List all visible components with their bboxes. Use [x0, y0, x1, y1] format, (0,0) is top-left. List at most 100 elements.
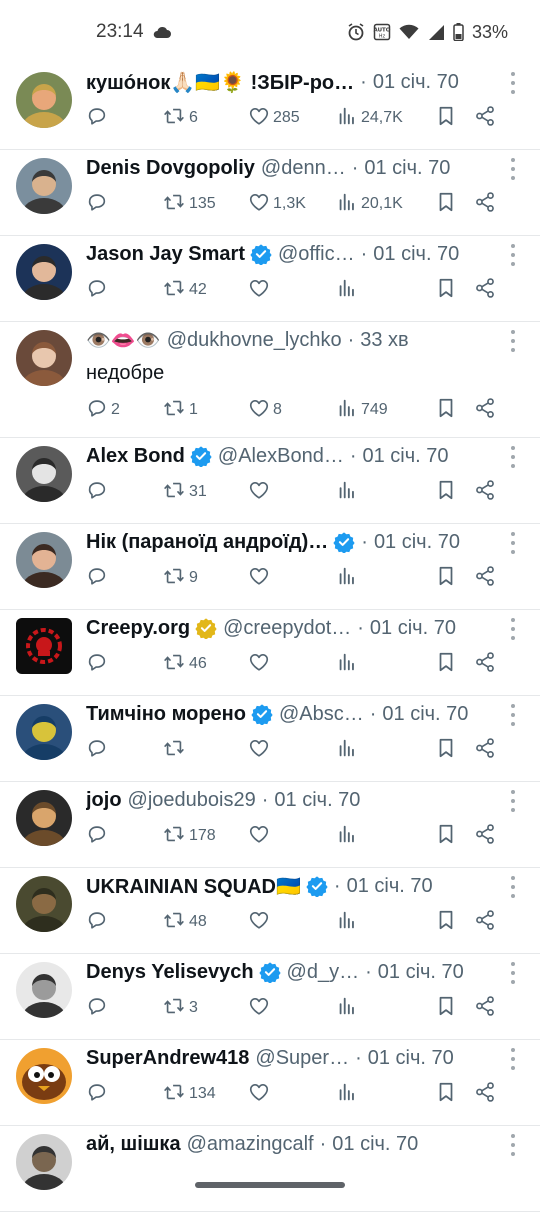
- like-button[interactable]: [248, 995, 336, 1022]
- display-name[interactable]: Нік (параноїд андроїд)…: [86, 531, 328, 554]
- avatar[interactable]: [16, 1048, 72, 1104]
- bookmark-button[interactable]: [436, 479, 474, 506]
- display-name[interactable]: Alex Bond: [86, 445, 185, 468]
- like-button[interactable]: 1,3K: [248, 191, 336, 218]
- reply-button[interactable]: [86, 995, 162, 1022]
- more-options-icon[interactable]: [508, 244, 518, 266]
- display-name[interactable]: ай, шішка: [86, 1133, 181, 1156]
- retweet-button[interactable]: [162, 737, 248, 764]
- display-name[interactable]: UKRAINIAN SQUAD🇺🇦: [86, 874, 301, 899]
- bookmark-button[interactable]: [436, 995, 474, 1022]
- retweet-button[interactable]: 178: [162, 823, 248, 850]
- user-handle[interactable]: @d_y…: [287, 961, 360, 984]
- share-button[interactable]: [474, 191, 504, 218]
- tweet-feed[interactable]: кушо́нок🙏🏻🇺🇦🌻 !ЗБІР-ро… · 01 січ. 70 6 285 24…: [0, 64, 540, 1212]
- share-button[interactable]: [474, 105, 504, 132]
- more-options-icon[interactable]: [508, 790, 518, 812]
- tweet-row[interactable]: Denis Dovgopoliy @denn… · 01 січ. 70 135 1,3K…: [0, 150, 540, 236]
- user-handle[interactable]: @offic…: [278, 243, 355, 266]
- reply-button[interactable]: [86, 479, 162, 506]
- reply-button[interactable]: [86, 1081, 162, 1108]
- avatar[interactable]: [16, 876, 72, 932]
- share-button[interactable]: [474, 909, 504, 936]
- display-name[interactable]: Jason Jay Smart: [86, 243, 245, 266]
- user-handle[interactable]: @creepydot…: [223, 617, 351, 640]
- retweet-button[interactable]: 9: [162, 565, 248, 592]
- retweet-button[interactable]: 46: [162, 651, 248, 678]
- display-name[interactable]: Тимчіно морено: [86, 703, 246, 726]
- reply-button[interactable]: [86, 191, 162, 218]
- views-button[interactable]: [336, 1081, 436, 1108]
- timestamp[interactable]: 01 січ. 70: [378, 961, 464, 984]
- like-button[interactable]: [248, 823, 336, 850]
- more-options-icon[interactable]: [508, 158, 518, 180]
- reply-button[interactable]: [86, 909, 162, 936]
- tweet-row[interactable]: jojo @joedubois29 · 01 січ. 70 178: [0, 782, 540, 868]
- bookmark-button[interactable]: [436, 823, 474, 850]
- more-options-icon[interactable]: [508, 1048, 518, 1070]
- views-button[interactable]: [336, 565, 436, 592]
- retweet-button[interactable]: 3: [162, 995, 248, 1022]
- bookmark-button[interactable]: [436, 651, 474, 678]
- tweet-row[interactable]: Тимчіно морено @Absc… · 01 січ. 70: [0, 696, 540, 782]
- timestamp[interactable]: 01 січ. 70: [363, 445, 449, 468]
- timestamp[interactable]: 01 січ. 70: [382, 703, 468, 726]
- user-handle[interactable]: @denn…: [261, 157, 346, 180]
- like-button[interactable]: [248, 277, 336, 304]
- timestamp[interactable]: 01 січ. 70: [332, 1133, 418, 1156]
- user-handle[interactable]: @amazingcalf: [187, 1133, 314, 1156]
- bookmark-button[interactable]: [436, 1081, 474, 1108]
- tweet-row[interactable]: Denys Yelisevych @d_y… · 01 січ. 70 3: [0, 954, 540, 1040]
- tweet-row[interactable]: 👁️👄👁️ @dukhovne_lychko · 33 хв недобре 2 1 8 749: [0, 322, 540, 438]
- views-button[interactable]: [336, 823, 436, 850]
- bookmark-button[interactable]: [436, 191, 474, 218]
- avatar[interactable]: [16, 704, 72, 760]
- share-button[interactable]: [474, 1081, 504, 1108]
- share-button[interactable]: [474, 397, 504, 424]
- share-button[interactable]: [474, 995, 504, 1022]
- more-options-icon[interactable]: [508, 876, 518, 898]
- reply-button[interactable]: [86, 565, 162, 592]
- retweet-button[interactable]: 31: [162, 479, 248, 506]
- reply-button[interactable]: [86, 651, 162, 678]
- user-handle[interactable]: @AlexBond…: [218, 445, 344, 468]
- bookmark-button[interactable]: [436, 909, 474, 936]
- more-options-icon[interactable]: [508, 532, 518, 554]
- bookmark-button[interactable]: [436, 397, 474, 424]
- reply-button[interactable]: [86, 105, 162, 132]
- reply-button[interactable]: [86, 277, 162, 304]
- avatar[interactable]: [16, 72, 72, 128]
- user-handle[interactable]: @dukhovne_lychko: [167, 329, 342, 352]
- more-options-icon[interactable]: [508, 330, 518, 352]
- tweet-row[interactable]: ай, шішка @amazingcalf · 01 січ. 70: [0, 1126, 540, 1212]
- views-button[interactable]: 20,1K: [336, 191, 436, 218]
- retweet-button[interactable]: 134: [162, 1081, 248, 1108]
- views-button[interactable]: [336, 909, 436, 936]
- views-button[interactable]: [336, 651, 436, 678]
- timestamp[interactable]: 01 січ. 70: [374, 531, 460, 554]
- tweet-row[interactable]: SuperAndrew418 @Super… · 01 січ. 70 134: [0, 1040, 540, 1126]
- like-button[interactable]: [248, 737, 336, 764]
- more-options-icon[interactable]: [508, 962, 518, 984]
- avatar[interactable]: [16, 330, 72, 386]
- timestamp[interactable]: 01 січ. 70: [373, 243, 459, 266]
- user-handle[interactable]: @Super…: [255, 1047, 349, 1070]
- display-name[interactable]: Denis Dovgopoliy: [86, 157, 255, 180]
- timestamp[interactable]: 01 січ. 70: [373, 71, 459, 94]
- timestamp[interactable]: 01 січ. 70: [368, 1047, 454, 1070]
- user-handle[interactable]: @Absc…: [279, 703, 364, 726]
- tweet-row[interactable]: кушо́нок🙏🏻🇺🇦🌻 !ЗБІР-ро… · 01 січ. 70 6 285 24…: [0, 64, 540, 150]
- more-options-icon[interactable]: [508, 618, 518, 640]
- like-button[interactable]: [248, 565, 336, 592]
- timestamp[interactable]: 01 січ. 70: [370, 617, 456, 640]
- share-button[interactable]: [474, 823, 504, 850]
- like-button[interactable]: [248, 909, 336, 936]
- tweet-row[interactable]: UKRAINIAN SQUAD🇺🇦 · 01 січ. 70 48: [0, 868, 540, 954]
- display-name[interactable]: 👁️👄👁️: [86, 328, 161, 353]
- retweet-button[interactable]: 135: [162, 191, 248, 218]
- avatar[interactable]: [16, 618, 72, 674]
- more-options-icon[interactable]: [508, 704, 518, 726]
- avatar[interactable]: [16, 532, 72, 588]
- avatar[interactable]: [16, 790, 72, 846]
- reply-button[interactable]: [86, 737, 162, 764]
